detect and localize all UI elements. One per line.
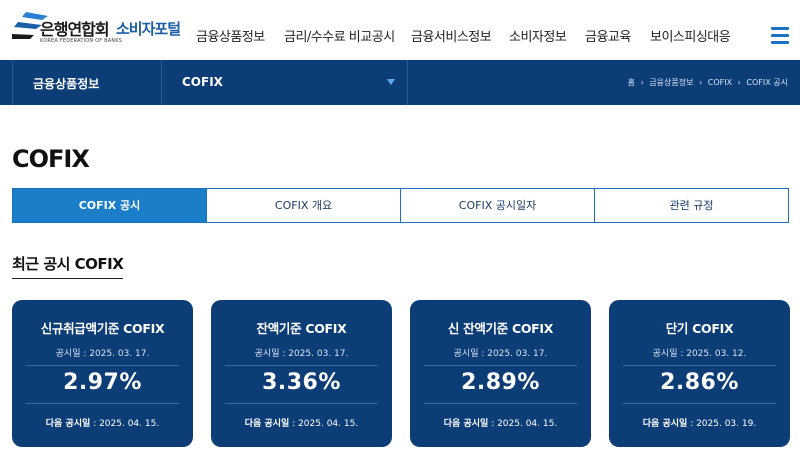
card-next-label: 다음 공시일 [45,419,91,429]
card-next-date: 다음 공시일 : 2025. 03. 19. [609,416,790,429]
card-rate: 2.89% [461,370,540,395]
nav-item-rate-fee-comparison[interactable]: 금리/수수료 비교공시 [284,26,395,45]
card-next-label: 다음 공시일 [443,419,489,429]
divider [26,403,179,404]
card-title: 신 잔액기준 COFIX [447,321,554,336]
section-menu[interactable]: 금융상품정보 [12,60,162,105]
divider [225,365,378,366]
card-next-date: 다음 공시일 : 2025. 04. 15. [211,416,392,429]
card-next-date: 다음 공시일 : 2025. 04. 15. [12,416,193,429]
card-title: 잔액기준 COFIX [256,321,347,336]
tab-cofix-schedule[interactable]: COFIX 공시일자 [401,189,595,222]
card-rate: 2.86% [660,370,739,395]
cofix-cards: 신규취급액기준 COFIX 공시일 : 2025. 03. 17. 2.97% … [12,300,790,447]
card-next-label: 다음 공시일 [244,419,290,429]
cofix-card-balance[interactable]: 잔액기준 COFIX 공시일 : 2025. 03. 17. 3.36% 다음 … [211,300,392,447]
card-next-value: : 2025. 04. 15. [488,419,558,429]
cofix-card-new-balance[interactable]: 신 잔액기준 COFIX 공시일 : 2025. 03. 17. 2.89% 다… [410,300,591,447]
chevron-right-icon: › [737,78,741,87]
breadcrumb-current: COFIX 공시 [746,78,788,87]
page-title: COFIX [12,145,90,173]
card-next-value: : 2025. 04. 15. [289,419,359,429]
card-title: 단기 COFIX [665,321,734,336]
card-next-label: 다음 공시일 [642,419,688,429]
menu-icon[interactable] [771,27,789,45]
card-rate: 2.97% [63,370,142,395]
divider [225,403,378,404]
section-menu-label: 금융상품정보 [33,77,100,91]
card-next-value: : 2025. 04. 15. [90,419,160,429]
card-disclosure-date: 공시일 : 2025. 03. 17. [55,349,150,359]
cofix-card-new[interactable]: 신규취급액기준 COFIX 공시일 : 2025. 03. 17. 2.97% … [12,300,193,447]
caret-down-icon [387,79,395,85]
nav-item-financial-education[interactable]: 금융교육 [585,26,631,45]
divider [623,365,776,366]
card-title: 신규취급액기준 COFIX [40,321,165,336]
nav-item-voice-phishing[interactable]: 보이스피싱대응 [650,26,731,45]
card-next-date: 다음 공시일 : 2025. 04. 15. [410,416,591,429]
chevron-right-icon: › [640,78,644,87]
card-next-value: : 2025. 03. 19. [687,419,757,429]
nav-item-consumer-info[interactable]: 소비자정보 [509,26,567,45]
divider [26,365,179,366]
site-header: 은행연합회 KOREA FEDERATION OF BANKS 소비자포털 금융… [0,0,800,60]
nav-item-financial-products[interactable]: 금융상품정보 [196,26,265,45]
card-disclosure-date: 공시일 : 2025. 03. 17. [254,349,349,359]
sub-navigation-bar: 금융상품정보 COFIX 홈 › 금융상품정보 › COFIX › COFIX … [0,60,800,105]
page-select-dropdown[interactable]: COFIX [162,60,408,105]
main-nav: 금융상품정보 금리/수수료 비교공시 금융서비스정보 소비자정보 금융교육 보이… [0,26,800,46]
tab-bar: COFIX 공시 COFIX 개요 COFIX 공시일자 관련 규정 [12,188,789,223]
page-select-value: COFIX [182,75,223,89]
cofix-card-short-term[interactable]: 단기 COFIX 공시일 : 2025. 03. 12. 2.86% 다음 공시… [609,300,790,447]
divider [424,365,577,366]
tab-cofix-overview[interactable]: COFIX 개요 [207,189,401,222]
section-heading: 최근 공시 COFIX [12,253,124,279]
breadcrumb: 홈 › 금융상품정보 › COFIX › COFIX 공시 [628,77,788,88]
breadcrumb-item[interactable]: COFIX [708,78,732,87]
breadcrumb-home[interactable]: 홈 [628,77,635,88]
nav-item-financial-services[interactable]: 금융서비스정보 [411,26,492,45]
divider [623,403,776,404]
tab-related-regulations[interactable]: 관련 규정 [595,189,788,222]
breadcrumb-item[interactable]: 금융상품정보 [649,78,693,87]
chevron-right-icon: › [699,78,703,87]
card-rate: 3.36% [262,370,341,395]
card-disclosure-date: 공시일 : 2025. 03. 12. [652,349,747,359]
divider [424,403,577,404]
card-disclosure-date: 공시일 : 2025. 03. 17. [453,349,548,359]
tab-cofix-disclosure[interactable]: COFIX 공시 [13,189,207,222]
